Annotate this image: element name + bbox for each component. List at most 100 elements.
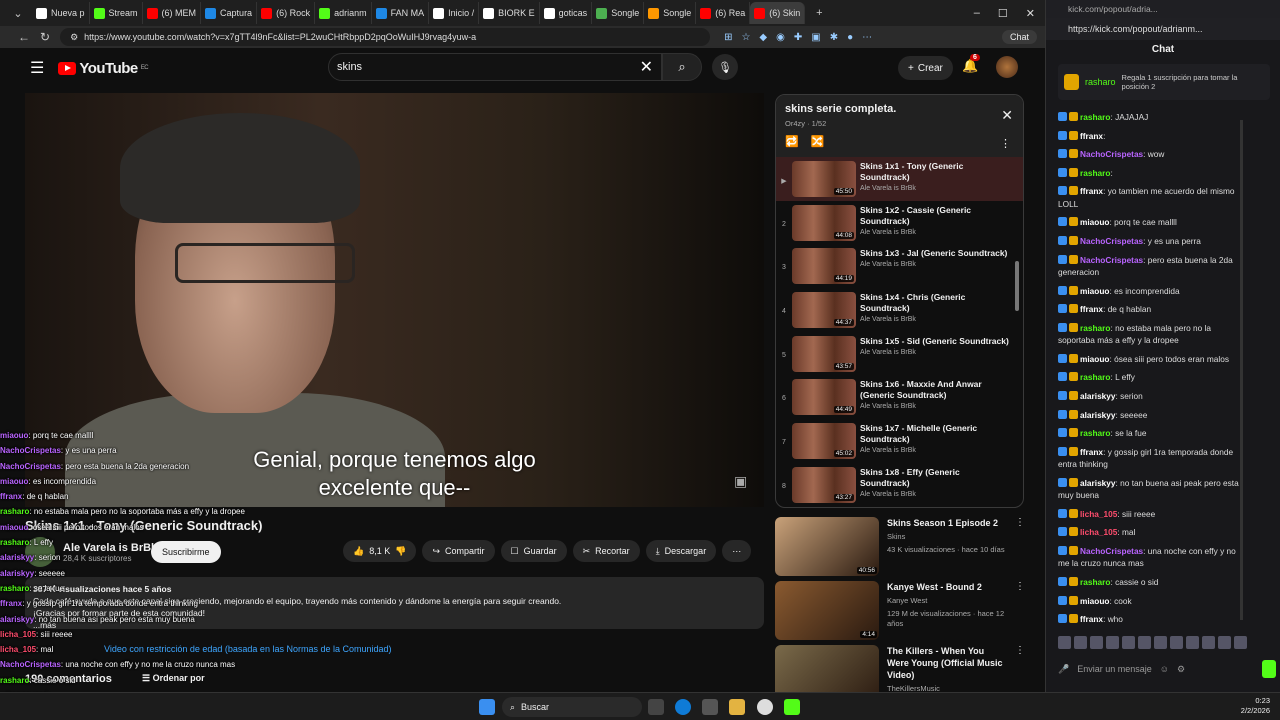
kick-chat-user[interactable]: NachoCrispetas [1080,255,1143,265]
chat-message-input[interactable]: Enviar un mensaje [1077,664,1152,674]
playlist-item[interactable]: 5 43:57 Skins 1x5 - Sid (Generic Soundtrac… [776,332,1023,376]
kick-chat-user[interactable]: alariskyy [1080,391,1116,401]
browser-tab[interactable]: (6) Skin [750,2,806,24]
copilot-chat-button[interactable]: Chat [1001,30,1037,44]
kick-chat-user[interactable]: miaouo [1080,286,1110,296]
system-clock[interactable]: 0:23 2/2/2026 [1241,696,1270,716]
new-tab-plus-icon[interactable]: + [805,2,833,24]
kick-chat-user[interactable]: rasharo [1080,577,1110,587]
emoji-icon[interactable]: ☺ [1160,664,1169,674]
kick-chat-user[interactable]: licha_105 [1080,509,1117,519]
emote-icon[interactable] [1106,636,1119,649]
kick-chat-user[interactable]: miaouo [1080,596,1110,606]
browser-tab[interactable]: BIORK E [479,2,540,24]
playlist-item[interactable]: 2 44:08 Skins 1x2 - Cassie (Generic Soundt… [776,201,1023,245]
playlist-more-icon[interactable]: ⋮ [1000,137,1011,150]
emote-icon[interactable] [1202,636,1215,649]
tab-list-chevron-icon[interactable]: ⌄ [4,2,32,24]
hamburger-menu-icon[interactable]: ☰ [30,58,44,78]
search-input[interactable]: skins ✕ [328,53,662,81]
mic-icon[interactable]: 🎤 [1058,664,1069,675]
kick-chat-user[interactable]: ffranx [1080,186,1103,196]
notifications-bell-icon[interactable]: 🔔 6 [962,54,980,74]
more-vert-icon[interactable]: ⋯ [862,32,872,43]
like-button[interactable]: 👍 8,1 K 👎 [343,540,417,562]
close-playlist-icon[interactable]: ✕ [1001,107,1013,124]
bookmark-star-icon[interactable]: ☆ [741,32,750,43]
kick-chat-user[interactable]: licha_105 [1080,527,1117,537]
browser-tab[interactable]: Captura [201,2,258,24]
pinned-gifter[interactable]: rasharo Regala 1 suscripción para tomar … [1058,64,1270,100]
puzzle-icon[interactable]: ✱ [830,32,838,43]
extension-icon[interactable]: ▣ [811,32,820,43]
emote-icon[interactable] [1074,636,1087,649]
emote-icon[interactable] [1058,636,1071,649]
emote-icon[interactable] [1234,636,1247,649]
kick-chat-user[interactable]: NachoCrispetas [1080,236,1143,246]
extension-icon[interactable]: ◉ [776,32,785,43]
emote-icon[interactable] [1122,636,1135,649]
playlist-scrollbar[interactable] [1015,261,1019,311]
recommended-video[interactable]: 4:14 Kanye West - Bound 2 Kanye West 129 M … [775,581,1030,645]
minimize-icon[interactable]: – [974,7,980,20]
kick-chat-user[interactable]: alariskyy [1080,478,1116,488]
site-info-icon[interactable]: ⚙ [70,32,78,43]
search-button[interactable]: ⌕ [662,53,702,81]
edge-browser-icon[interactable] [675,699,691,715]
browser-tab[interactable]: adrianm [315,2,372,24]
file-explorer-icon[interactable] [729,699,745,715]
settings-gear-icon[interactable]: ⚙ [1177,664,1185,675]
url-field[interactable]: ⚙ https://www.youtube.com/watch?v=x7gTT4… [60,28,711,46]
browser-tab[interactable]: Songle [592,2,645,24]
maximize-icon[interactable]: ☐ [998,7,1008,20]
kick-chat-user[interactable]: miaouo [1080,354,1110,364]
loop-icon[interactable]: 🔁 [785,135,799,148]
create-button[interactable]: + Crear [898,56,953,80]
browser-tab[interactable]: goticas [540,2,593,24]
youtube-logo[interactable]: YouTube EC [58,60,149,77]
emote-icon[interactable] [1186,636,1199,649]
playlist-item[interactable]: ▶ 45:50 Skins 1x1 - Tony (Generic Soundtra… [776,157,1023,201]
windows-start-icon[interactable] [479,699,495,715]
kick-chat-user[interactable]: NachoCrispetas [1080,546,1143,556]
kick-chat-user[interactable]: rasharo [1080,428,1110,438]
browser-tab[interactable]: Nueva p [32,2,90,24]
playlist-item[interactable]: 6 44:49 Skins 1x6 - Maxxie And Anwar (Gene… [776,375,1023,419]
app-icon[interactable]: ⊞ [724,32,732,43]
send-chat-button[interactable] [1262,660,1276,678]
emote-icon[interactable] [1154,636,1167,649]
kick-chat-user[interactable]: alariskyy [1080,410,1116,420]
chrome-icon[interactable] [757,699,773,715]
voice-search-mic-icon[interactable]: 🎙 [712,54,738,80]
playlist-title[interactable]: skins serie completa. [785,103,1014,115]
download-button[interactable]: ⤓ Descargar [645,540,717,562]
browser-tab[interactable]: (6) Rea [696,2,751,24]
user-avatar[interactable] [996,56,1018,78]
kick-chat-user[interactable]: rasharo [1080,372,1110,382]
reload-icon[interactable]: ↻ [40,30,50,44]
clear-search-icon[interactable]: ✕ [640,57,653,77]
share-button[interactable]: ↪ Compartir [422,540,495,562]
playlist-item[interactable]: 8 43:27 Skins 1x8 - Effy (Generic Soundtra… [776,463,1023,507]
clip-button[interactable]: ✂ Recortar [572,540,640,562]
emote-icon[interactable] [1138,636,1151,649]
emote-icon[interactable] [1090,636,1103,649]
browser-tab[interactable]: Songle [644,2,697,24]
browser-tab[interactable]: Inicio / [429,2,480,24]
taskbar-search[interactable]: ⌕ Buscar [502,697,642,717]
shuffle-icon[interactable]: 🔀 [811,135,825,148]
emote-icon[interactable] [1170,636,1183,649]
browser-tab[interactable]: FAN MA [372,2,430,24]
kick-url[interactable]: https://kick.com/popout/adrianm... [1046,18,1280,40]
browser-tab[interactable]: Stream [90,2,143,24]
browser-tab[interactable]: (6) Rock [257,2,316,24]
kick-chat-user[interactable]: ffranx [1080,614,1103,624]
recommended-video[interactable]: 40:56 Skins Season 1 Episode 2 Skins 43 K v… [775,517,1030,581]
task-view-icon[interactable] [648,699,664,715]
close-window-icon[interactable]: ✕ [1026,7,1035,20]
back-arrow-icon[interactable]: ← [18,30,30,44]
recommended-channel[interactable]: Kanye West [887,596,1007,606]
kick-chat-user[interactable]: NachoCrispetas [1080,149,1143,159]
kick-chat-user[interactable]: rasharo [1080,112,1110,122]
kick-chat-user[interactable]: ffranx [1080,131,1103,141]
